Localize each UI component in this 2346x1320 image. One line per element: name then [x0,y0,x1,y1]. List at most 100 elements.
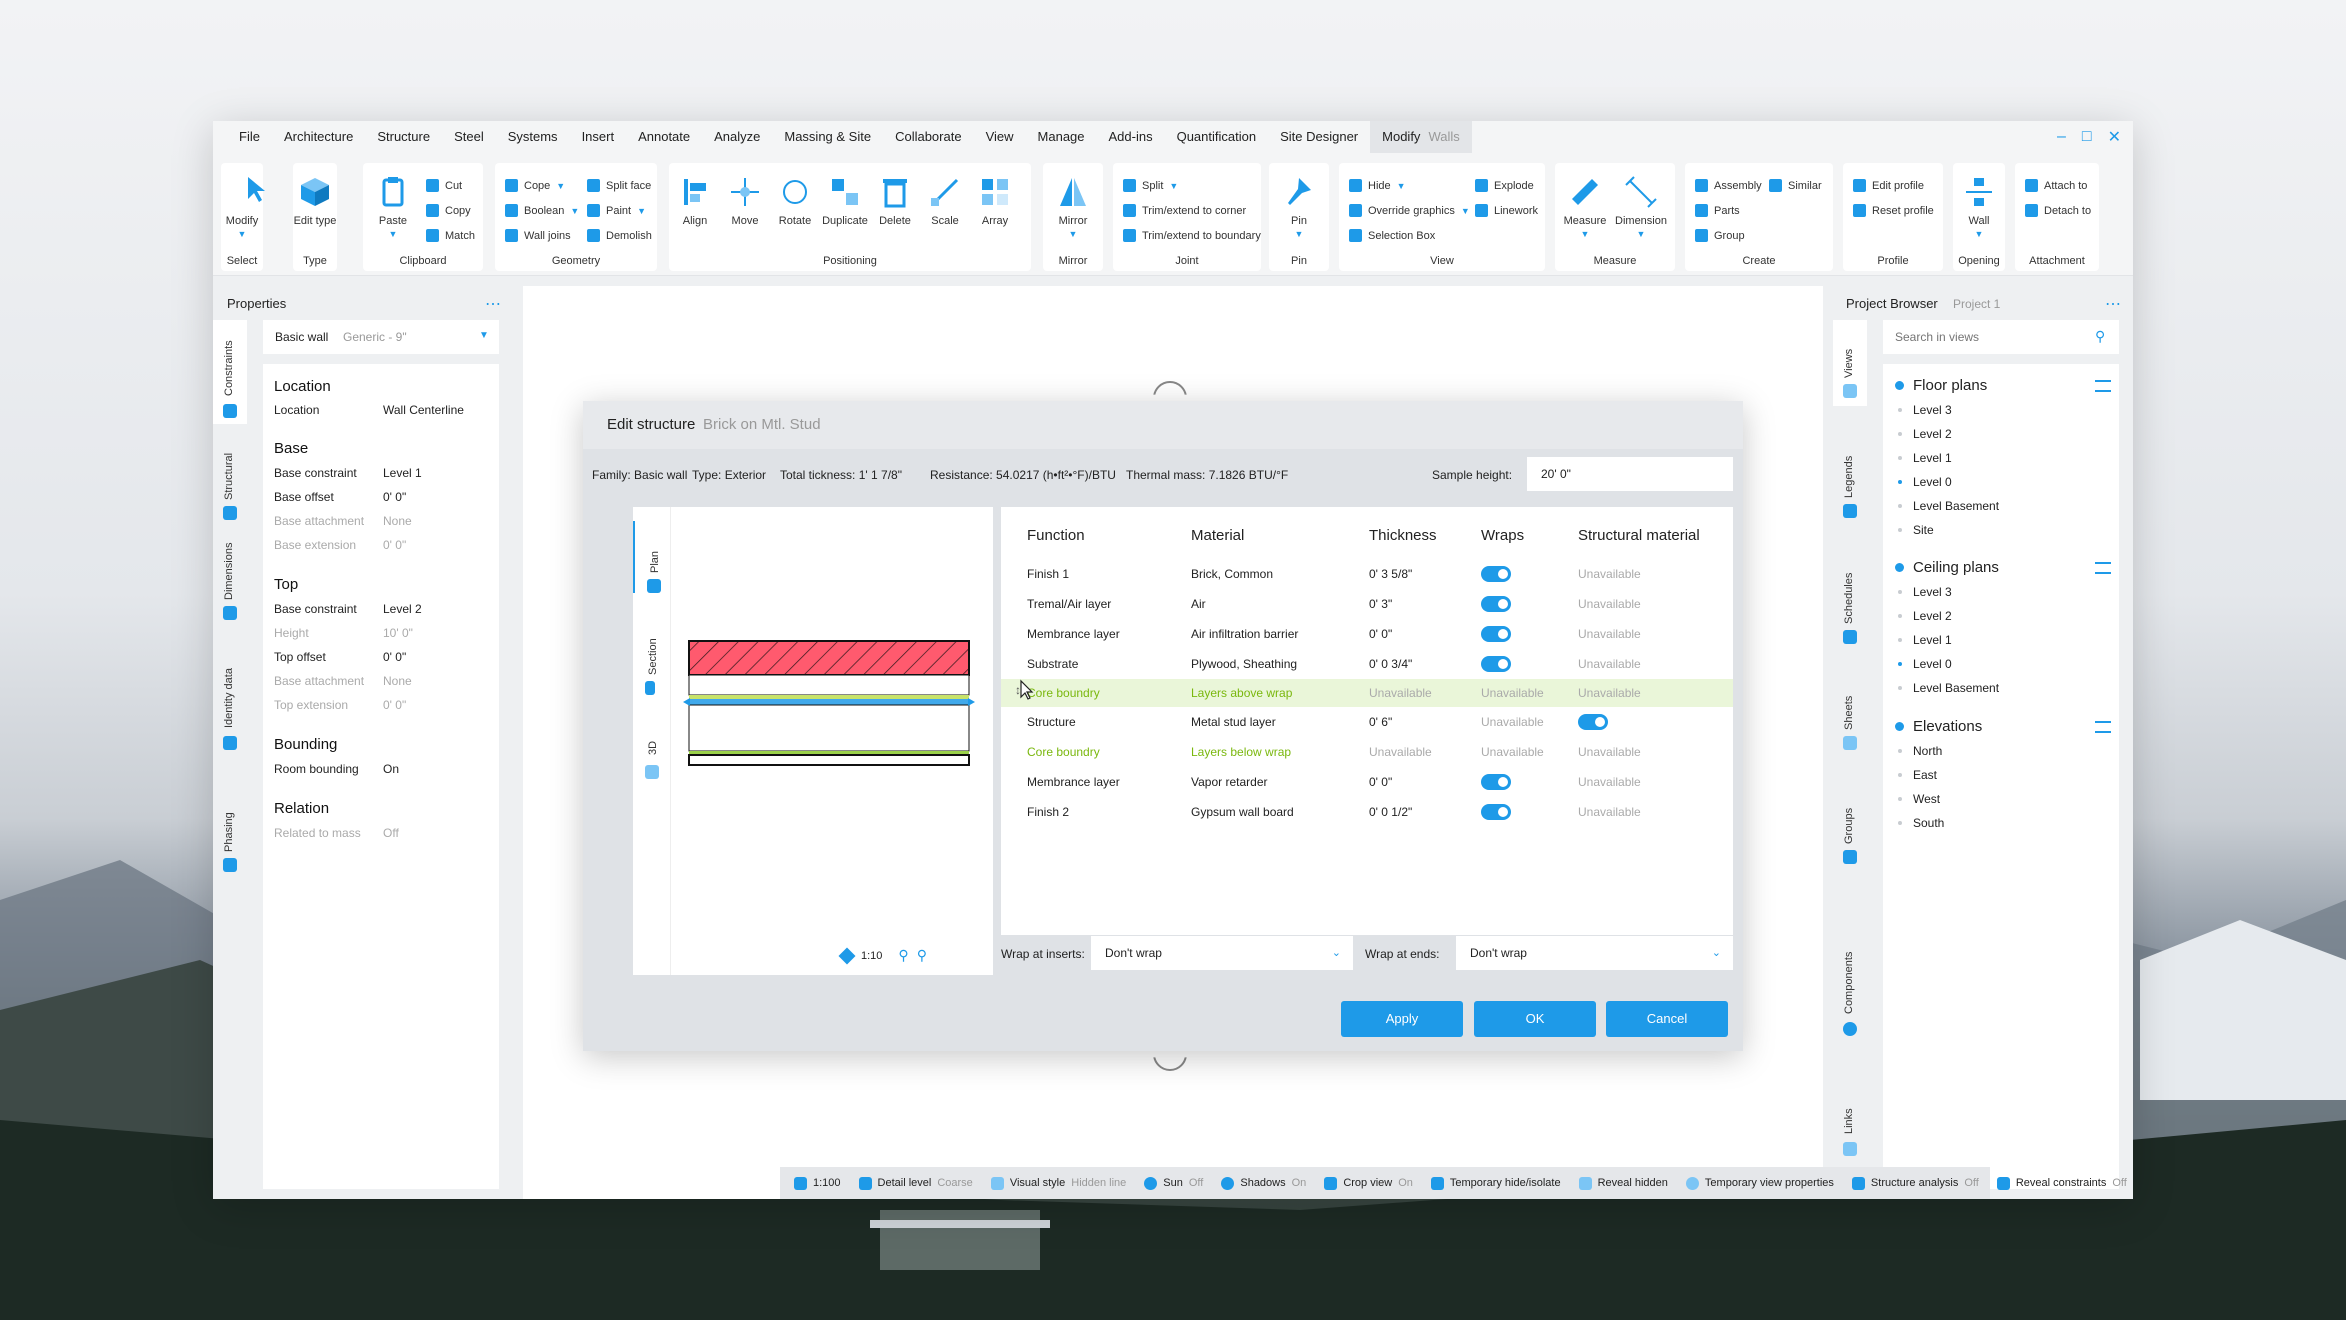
prop-base-constraint-value[interactable]: Level 1 [383,466,422,480]
status-reveal-constraints[interactable]: Reveal constraints Off [1996,1176,2127,1190]
wraps-toggle[interactable] [1481,596,1511,612]
search-input[interactable] [1895,320,2085,354]
wraps-toggle[interactable] [1481,804,1511,820]
explode-button[interactable]: Explode [1475,179,1534,192]
group-button[interactable]: Group [1695,229,1745,242]
table-row[interactable]: Core boundry Layers below wrap Unavailab… [1001,737,1733,767]
menu-file[interactable]: File [227,121,272,153]
delete-button[interactable]: Delete [869,175,921,227]
assembly-button[interactable]: Assembly [1695,179,1762,192]
vtab-sheets[interactable]: Sheets [1833,672,1867,752]
view-tab-3d[interactable]: 3D [633,723,671,787]
tree-item-west[interactable]: West [1913,792,1940,806]
edit-type-button[interactable]: Edit type [289,175,341,227]
status-sun[interactable]: Sun Off [1144,1176,1203,1190]
apply-button[interactable]: Apply [1341,1001,1463,1037]
tree-expand-icon[interactable] [1895,722,1904,731]
status-temp-view[interactable]: Temporary view properties [1685,1176,1834,1190]
tree-item-floor-site[interactable]: Site [1913,523,1934,537]
vtab-phasing[interactable]: Phasing [213,790,247,872]
sample-height-input[interactable]: 20' 0" [1527,457,1733,491]
wall-opening-button[interactable]: Wall ▼ [1953,175,2005,239]
split-face-button[interactable]: Split face [587,179,651,192]
menu-massing-site[interactable]: Massing & Site [772,121,883,153]
tree-item-floor-level-basement[interactable]: Level Basement [1913,499,1999,513]
vtab-links[interactable]: Links [1833,1090,1867,1160]
mirror-button[interactable]: Mirror ▼ [1047,175,1099,239]
maximize-icon[interactable]: □ [2082,128,2092,146]
wraps-toggle[interactable] [1481,566,1511,582]
menu-site-designer[interactable]: Site Designer [1268,121,1370,153]
cell-material[interactable]: Brick, Common [1191,567,1273,581]
status-shadows[interactable]: Shadows On [1221,1176,1306,1190]
menu-add-ins[interactable]: Add-ins [1097,121,1165,153]
close-icon[interactable]: ✕ [2108,127,2121,147]
trim-corner-button[interactable]: Trim/extend to corner [1123,204,1246,217]
move-button[interactable]: Move [719,175,771,227]
menu-modify[interactable]: Modify Walls [1370,121,1472,153]
status-crop-view[interactable]: Crop view On [1324,1176,1413,1190]
ok-button[interactable]: OK [1474,1001,1596,1037]
status-visual-style[interactable]: Visual style Hidden line [990,1176,1126,1190]
cell-thickness[interactable]: 0' 6" [1369,715,1392,729]
vtab-structural[interactable]: Structural [213,444,247,520]
modify-button[interactable]: Modify ▼ [216,175,268,239]
linework-button[interactable]: Linework [1475,204,1538,217]
wrap-ends-select[interactable]: Don't wrap ⌄ [1456,936,1733,970]
vtab-legends[interactable]: Legends [1833,430,1867,518]
stud-layer[interactable] [688,704,970,752]
tree-item-ceiling-level-basement[interactable]: Level Basement [1913,681,1999,695]
table-row[interactable]: Finish 2 Gypsum wall board 0' 0 1/2" Una… [1001,797,1733,827]
menu-view[interactable]: View [974,121,1026,153]
cope-button[interactable]: Cope ▼ [505,179,565,192]
tree-item-ceiling-level-1[interactable]: Level 1 [1913,633,1952,647]
sort-icon[interactable] [2095,721,2111,733]
selection-box-button[interactable]: Selection Box [1349,229,1435,242]
wrap-inserts-select[interactable]: Don't wrap ⌄ [1091,936,1353,970]
menu-analyze[interactable]: Analyze [702,121,772,153]
dimension-button[interactable]: Dimension ▼ [1615,175,1667,239]
status-reveal-hidden[interactable]: Reveal hidden [1578,1176,1668,1190]
cell-thickness[interactable]: 0' 0 1/2" [1369,805,1412,819]
menu-systems[interactable]: Systems [496,121,570,153]
status-temp-hide[interactable]: Temporary hide/isolate [1430,1176,1561,1190]
type-selector[interactable]: Basic wall Generic - 9" ▼ [263,320,499,354]
detach-to-button[interactable]: Detach to [2025,204,2091,217]
tree-item-north[interactable]: North [1913,744,1942,758]
vtab-identity-data[interactable]: Identity data [213,648,247,750]
air-layer[interactable] [688,674,970,696]
cell-thickness[interactable]: 0' 3" [1369,597,1392,611]
brick-layer[interactable] [688,640,970,676]
rotate-button[interactable]: Rotate [769,175,821,227]
prop-top-offset-value[interactable]: 0' 0" [383,650,406,664]
cell-thickness[interactable]: 0' 0" [1369,627,1392,641]
table-row[interactable]: Tremal/Air layer Air 0' 3" Unavailable [1001,589,1733,619]
tree-item-ceiling-level-0[interactable]: Level 0 [1913,657,1952,671]
status-scale[interactable]: 1:100 [794,1176,841,1190]
menu-collaborate[interactable]: Collaborate [883,121,974,153]
scale-button[interactable]: Scale [919,175,971,227]
tree-item-east[interactable]: East [1913,768,1937,782]
tree-item-ceiling-level-3[interactable]: Level 3 [1913,585,1952,599]
attach-to-button[interactable]: Attach to [2025,179,2087,192]
view-tab-plan[interactable]: Plan [633,521,671,593]
tree-expand-icon[interactable] [1895,381,1904,390]
pin-button[interactable]: Pin ▼ [1273,175,1325,239]
vtab-dimensions[interactable]: Dimensions [213,538,247,620]
tree-item-ceiling-level-2[interactable]: Level 2 [1913,609,1952,623]
table-row[interactable]: Membrance layer Vapor retarder 0' 0" Una… [1001,767,1733,797]
core-arrow-right-icon[interactable] [968,698,975,706]
menu-architecture[interactable]: Architecture [272,121,365,153]
vtab-groups[interactable]: Groups [1833,786,1867,876]
copy-button[interactable]: Copy [426,204,471,217]
zoom-in-icon[interactable]: ⚲ [917,947,927,964]
preview-scale[interactable]: 1:10 [861,950,882,962]
tree-item-south[interactable]: South [1913,816,1944,830]
menu-annotate[interactable]: Annotate [626,121,702,153]
vtab-components[interactable]: Components [1833,912,1867,1052]
zoom-out-icon[interactable]: ⚲ [898,947,908,964]
view-tab-section[interactable]: Section [633,619,671,695]
tree-expand-icon[interactable] [1895,563,1904,572]
menu-insert[interactable]: Insert [570,121,627,153]
more-icon[interactable]: ⋯ [2105,294,2121,314]
